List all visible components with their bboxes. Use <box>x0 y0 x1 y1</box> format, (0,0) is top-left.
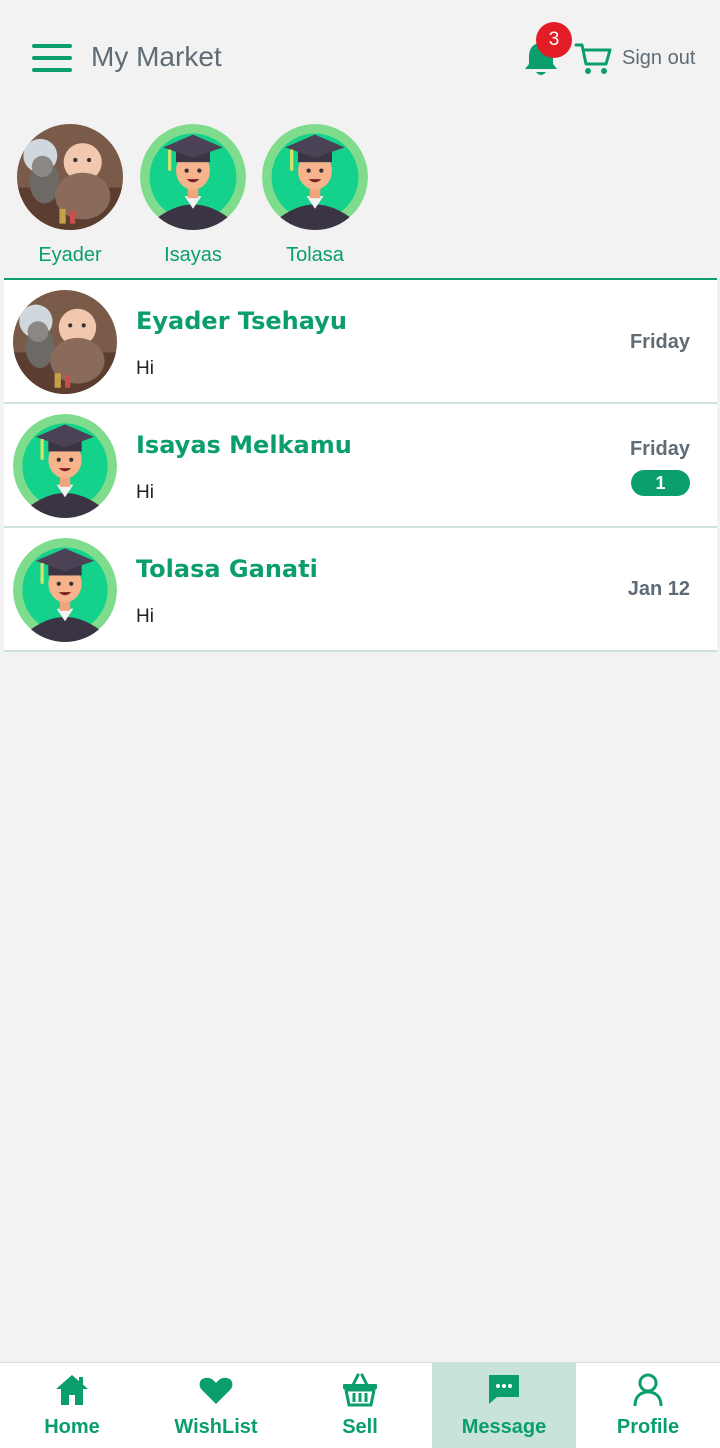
nav-sell[interactable]: Sell <box>288 1363 432 1448</box>
story-tolasa[interactable]: Tolasa <box>260 124 370 267</box>
home-icon <box>56 1375 88 1405</box>
app-title: My Market <box>91 41 222 72</box>
sign-out-link[interactable]: Sign out <box>622 47 695 70</box>
nav-label: Message <box>461 1416 547 1438</box>
nav-message[interactable]: Message <box>432 1363 576 1448</box>
nav-profile[interactable]: Profile <box>576 1363 720 1448</box>
last-message: Hi <box>136 606 154 627</box>
story-eyader[interactable]: Eyader <box>15 124 125 267</box>
notification-badge: 3 <box>536 22 572 58</box>
story-isayas[interactable]: Isayas <box>138 124 248 267</box>
avatar <box>140 124 246 230</box>
last-message: Hi <box>136 482 154 503</box>
nav-label: Profile <box>616 1416 680 1438</box>
heart-icon <box>199 1377 233 1404</box>
nav-home[interactable]: Home <box>0 1363 144 1448</box>
unread-count-badge: 1 <box>631 470 690 496</box>
bottom-navigation: Home WishList Sell Message Profile <box>0 1362 720 1448</box>
avatar <box>262 124 368 230</box>
story-name: Eyader <box>38 244 102 266</box>
nav-label: Home <box>44 1416 100 1438</box>
avatar <box>17 124 123 230</box>
message-date: Friday <box>629 331 690 353</box>
message-date: Jan 12 <box>627 578 690 600</box>
story-name: Tolasa <box>286 244 344 266</box>
cart-icon[interactable] <box>574 42 612 76</box>
avatar <box>13 414 117 518</box>
nav-wishlist[interactable]: WishList <box>144 1363 288 1448</box>
basket-icon <box>343 1373 377 1407</box>
hamburger-menu-icon[interactable] <box>32 44 72 74</box>
contact-name: Eyader Tsehayu <box>136 307 347 335</box>
nav-label: WishList <box>174 1416 258 1438</box>
top-bar: My Market 3 Sign out <box>0 0 720 120</box>
chat-list: Eyader Tsehayu Hi Friday Isayas Melkamu … <box>4 280 717 652</box>
chat-icon <box>489 1375 519 1404</box>
active-contacts-row: Eyader Isayas Tolasa <box>0 120 720 278</box>
chat-row[interactable]: Isayas Melkamu Hi Friday 1 <box>4 404 717 528</box>
story-name: Isayas <box>164 244 222 266</box>
last-message: Hi <box>136 358 154 379</box>
avatar <box>13 290 117 394</box>
chat-row[interactable]: Tolasa Ganati Hi Jan 12 <box>4 528 717 652</box>
nav-label: Sell <box>342 1416 378 1438</box>
chat-row[interactable]: Eyader Tsehayu Hi Friday <box>4 280 717 404</box>
user-icon <box>633 1373 663 1407</box>
avatar <box>13 538 117 642</box>
message-date: Friday <box>629 438 690 460</box>
contact-name: Isayas Melkamu <box>136 431 352 459</box>
contact-name: Tolasa Ganati <box>136 555 318 583</box>
